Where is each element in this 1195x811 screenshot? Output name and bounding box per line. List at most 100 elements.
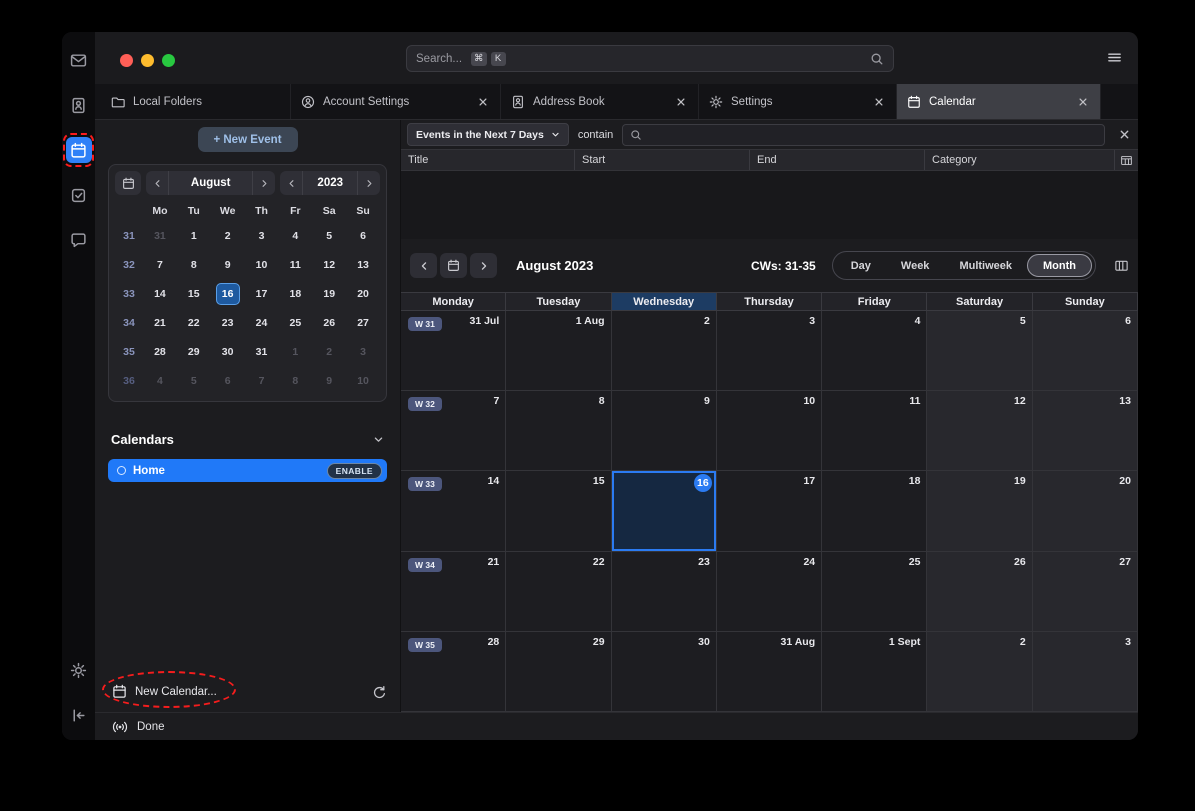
month-grid-cell[interactable]: 20 [1033,471,1138,551]
column-header-start[interactable]: Start [575,150,750,170]
prev-year-icon[interactable] [280,171,302,195]
mini-cal-picker-icon[interactable] [115,171,141,195]
month-grid-cell[interactable]: 4 [822,311,927,391]
close-icon[interactable] [674,95,688,109]
minimize-window-button[interactable] [141,54,154,67]
mini-cal-day[interactable]: 8 [177,250,211,279]
month-grid-cell[interactable]: 29 [506,632,611,712]
mini-cal-day[interactable]: 28 [143,337,177,366]
global-search-box[interactable]: Search... ⌘ K [406,45,894,72]
view-week-button[interactable]: Week [886,254,945,277]
view-day-button[interactable]: Day [836,254,886,277]
mini-cal-day[interactable]: 11 [278,250,312,279]
mini-cal-day[interactable]: 26 [312,308,346,337]
mini-cal-day[interactable]: 3 [245,221,279,250]
month-grid-cell[interactable]: 1 Sept [822,632,927,712]
mini-cal-day[interactable]: 29 [177,337,211,366]
month-grid-cell[interactable]: 2 [612,311,717,391]
chevron-down-icon[interactable] [373,434,384,445]
mini-cal-day[interactable]: 2 [211,221,245,250]
enable-badge[interactable]: ENABLE [327,463,382,479]
month-grid-cell[interactable]: 16 [612,471,717,551]
tab-calendar[interactable]: Calendar [897,84,1101,119]
mini-cal-day[interactable]: 17 [245,279,279,308]
mini-cal-day[interactable]: 25 [278,308,312,337]
close-icon[interactable] [872,95,886,109]
next-year-icon[interactable] [358,171,380,195]
event-search-box[interactable] [622,124,1105,146]
month-grid-cell[interactable]: W 3131 Jul [401,311,506,391]
month-grid-cell[interactable]: 17 [717,471,822,551]
mini-cal-day[interactable]: 18 [278,279,312,308]
month-grid-cell[interactable]: 11 [822,391,927,471]
mini-cal-day[interactable]: 24 [245,308,279,337]
month-grid-cell[interactable]: 26 [927,552,1032,632]
mini-cal-day[interactable]: 15 [177,279,211,308]
mini-cal-day[interactable]: 21 [143,308,177,337]
mini-cal-day[interactable]: 9 [211,250,245,279]
month-grid-cell[interactable]: 1 Aug [506,311,611,391]
mini-cal-day[interactable]: 6 [346,221,380,250]
month-grid-cell[interactable]: 2 [927,632,1032,712]
new-calendar-button[interactable]: New Calendar... [112,684,217,699]
mini-cal-day[interactable]: 5 [312,221,346,250]
mini-cal-day[interactable]: 10 [346,366,380,395]
month-grid-cell[interactable]: 27 [1033,552,1138,632]
mini-cal-day[interactable]: 10 [245,250,279,279]
month-grid-cell[interactable]: 22 [506,552,611,632]
month-grid-cell[interactable]: 18 [822,471,927,551]
month-grid-cell[interactable]: 9 [612,391,717,471]
mini-cal-day[interactable]: 1 [278,337,312,366]
mini-cal-day[interactable]: 20 [346,279,380,308]
collapse-sidebar-icon[interactable] [66,702,92,728]
month-grid-cell[interactable]: 19 [927,471,1032,551]
mini-cal-day[interactable]: 5 [177,366,211,395]
mini-cal-day[interactable]: 9 [312,366,346,395]
month-grid-cell[interactable]: 10 [717,391,822,471]
mini-cal-day[interactable]: 2 [312,337,346,366]
tab-address-book[interactable]: Address Book [501,84,699,119]
mini-cal-day[interactable]: 22 [177,308,211,337]
mini-cal-day[interactable]: 4 [278,221,312,250]
mini-cal-day[interactable]: 13 [346,250,380,279]
mini-cal-day[interactable]: 31 [143,221,177,250]
close-filter-icon[interactable] [1114,125,1134,145]
mini-cal-day[interactable]: 3 [346,337,380,366]
calendar-list-item-home[interactable]: Home ENABLE [108,459,387,482]
column-header-category[interactable]: Category [925,150,1115,170]
close-icon[interactable] [1076,95,1090,109]
mini-cal-day[interactable]: 27 [346,308,380,337]
mini-cal-day[interactable]: 6 [211,366,245,395]
mini-cal-day[interactable]: 12 [312,250,346,279]
mini-cal-day[interactable]: 30 [211,337,245,366]
tab-local-folders[interactable]: Local Folders [101,84,291,119]
zoom-window-button[interactable] [162,54,175,67]
rotate-view-icon[interactable] [1114,258,1129,273]
month-grid-cell[interactable]: 24 [717,552,822,632]
column-header-title[interactable]: Title [401,150,575,170]
mini-cal-day[interactable]: 31 [245,337,279,366]
month-grid-cell[interactable]: 6 [1033,311,1138,391]
today-icon[interactable] [440,253,467,278]
tasks-icon[interactable] [66,182,92,208]
event-filter-dropdown[interactable]: Events in the Next 7 Days [407,123,569,146]
prev-period-icon[interactable] [410,253,437,278]
mini-cal-day[interactable]: 8 [278,366,312,395]
new-event-button[interactable]: + New Event [198,127,298,152]
view-month-button[interactable]: Month [1027,254,1092,277]
month-grid-cell[interactable]: 8 [506,391,611,471]
month-grid-cell[interactable]: W 327 [401,391,506,471]
month-grid-cell[interactable]: 3 [717,311,822,391]
prev-month-icon[interactable] [146,171,168,195]
next-period-icon[interactable] [470,253,497,278]
mini-cal-day[interactable]: 4 [143,366,177,395]
mini-cal-day[interactable]: 7 [245,366,279,395]
month-grid-cell[interactable]: W 3528 [401,632,506,712]
month-grid-cell[interactable]: 13 [1033,391,1138,471]
month-grid-cell[interactable]: 3 [1033,632,1138,712]
address-book-icon[interactable] [66,92,92,118]
next-month-icon[interactable] [253,171,275,195]
mini-cal-day[interactable]: 19 [312,279,346,308]
month-grid-cell[interactable]: 12 [927,391,1032,471]
sync-icon[interactable] [372,685,387,700]
